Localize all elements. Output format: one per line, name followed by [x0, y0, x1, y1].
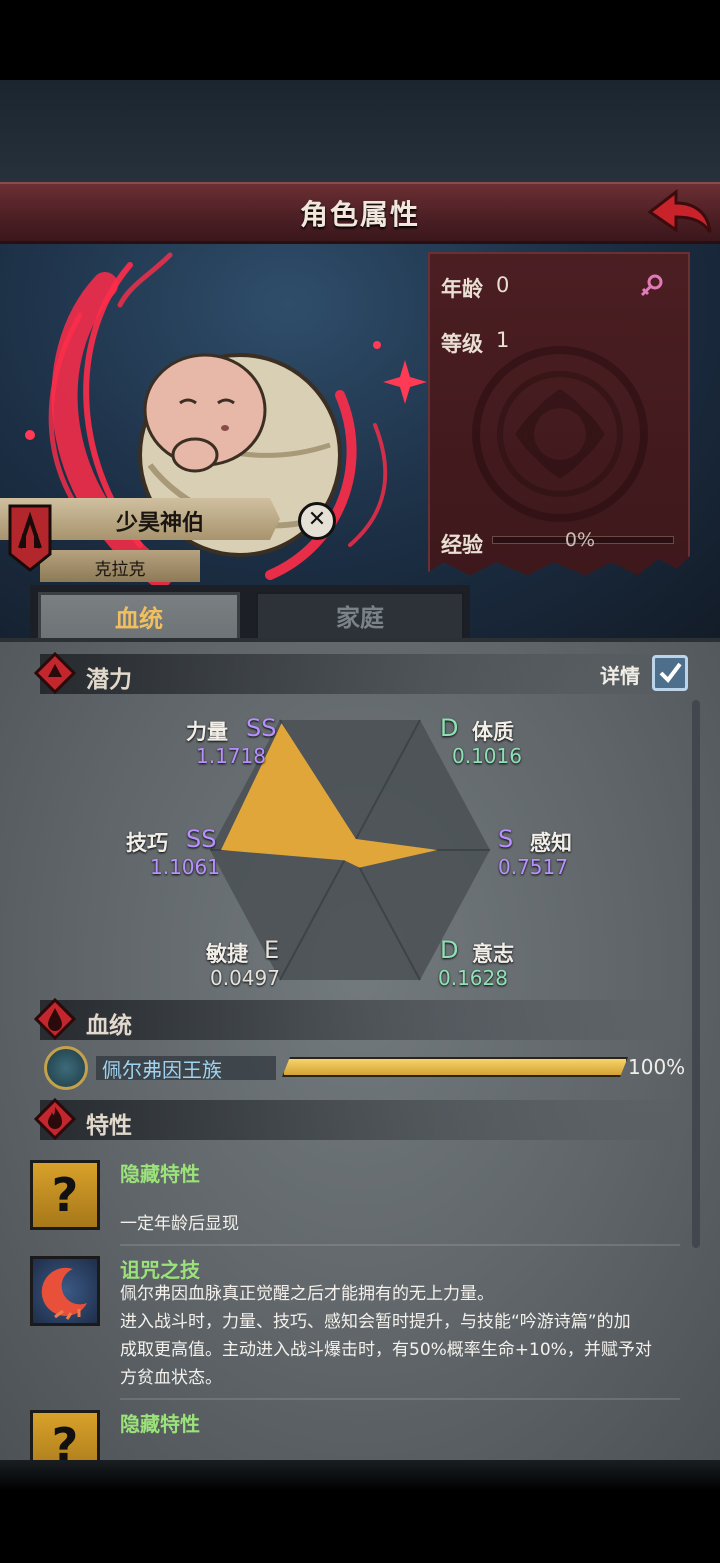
female-icon [640, 274, 663, 297]
character-name: 少昊神伯 [115, 511, 204, 536]
bloodline-emblem-icon [44, 1046, 88, 1090]
close-icon[interactable]: ✕ [298, 502, 336, 540]
tab-bloodline[interactable]: 血统 [38, 592, 240, 644]
trait-title: 诅咒之技 [120, 1258, 200, 1282]
attr-skill-name: 技巧 [126, 831, 168, 855]
family-name: 克拉克 [94, 560, 146, 580]
age-label: 年龄 [441, 277, 483, 301]
back-arrow-icon[interactable] [646, 186, 714, 238]
bloodline-name: 佩尔弗因王族 [102, 1058, 222, 1082]
attr-strength-value: 1.1718 [196, 744, 266, 768]
question-mark-icon: ? [51, 1168, 79, 1222]
attr-strength-grade: SS [246, 714, 277, 742]
age-value: 0 [496, 273, 510, 297]
trait-desc-line: 成取更高值。主动进入战斗爆击时，有50%概率生命+10%，并赋予对 [120, 1340, 652, 1360]
attr-constitution-name: 体质 [472, 720, 514, 744]
level-value: 1 [496, 328, 510, 352]
curse-skill-icon[interactable] [30, 1256, 100, 1326]
trait-desc-line: 方贫血状态。 [120, 1368, 222, 1388]
bloodline-progress-bar [282, 1057, 628, 1077]
trait-divider [120, 1398, 680, 1400]
detail-label: 详情 [600, 664, 640, 688]
blood-drop-icon [34, 998, 76, 1040]
bloodline-progress-fill [284, 1059, 626, 1075]
tab-family[interactable]: 家庭 [256, 592, 464, 644]
attr-perception-name: 感知 [530, 831, 572, 855]
trait-desc-line: 佩尔弗因血脉真正觉醒之后才能拥有的无上力量。 [120, 1284, 494, 1304]
potential-icon [34, 652, 76, 694]
attr-agility-value: 0.0497 [210, 966, 280, 990]
trait-desc-line: 进入战斗时，力量、技巧、感知会暂时提升，与技能“吟游诗篇”的加 [120, 1312, 631, 1332]
scrollbar[interactable] [692, 700, 700, 1248]
attr-perception-grade: S [498, 825, 514, 853]
potential-title: 潜力 [86, 667, 132, 693]
trait-title: 隐藏特性 [120, 1162, 200, 1186]
exp-label: 经验 [441, 533, 483, 557]
detail-checkbox[interactable] [652, 655, 688, 691]
attr-perception-value: 0.7517 [498, 855, 568, 879]
attr-skill-grade: SS [186, 825, 217, 853]
attr-agility-name: 敏捷 [206, 942, 248, 966]
attr-agility-grade: E [264, 936, 280, 964]
trait-desc: 一定年龄后显现 [120, 1214, 239, 1234]
attr-constitution-grade: D [440, 714, 459, 742]
traits-title: 特性 [86, 1113, 132, 1139]
page-title: 角色属性 [299, 198, 420, 231]
trait-divider [120, 1244, 680, 1246]
level-label: 等级 [441, 332, 483, 356]
bloodline-title: 血统 [86, 1013, 132, 1039]
attr-will-value: 0.1628 [438, 966, 508, 990]
panel-divider [0, 638, 720, 642]
bottom-area [0, 1460, 720, 1563]
traits-header-band [40, 1100, 680, 1140]
potential-header-band [40, 654, 680, 694]
bloodline-header-band [40, 1000, 680, 1040]
attr-will-grade: D [440, 936, 459, 964]
knot-emblem-icon [472, 346, 648, 522]
bloodline-percent: 100% [628, 1055, 686, 1079]
crescent-icon [41, 1267, 87, 1320]
family-crest-icon [8, 504, 52, 572]
header-spacer [0, 80, 720, 182]
attr-will-name: 意志 [472, 942, 514, 966]
exp-value: 0% [564, 529, 596, 551]
flame-icon [34, 1098, 76, 1140]
status-bar-area [0, 0, 720, 80]
trait-title: 隐藏特性 [120, 1412, 200, 1436]
attr-skill-value: 1.1061 [150, 855, 220, 879]
attr-strength-name: 力量 [186, 720, 228, 744]
attr-constitution-value: 0.1016 [452, 744, 522, 768]
hidden-trait-icon[interactable]: ? [30, 1160, 100, 1230]
